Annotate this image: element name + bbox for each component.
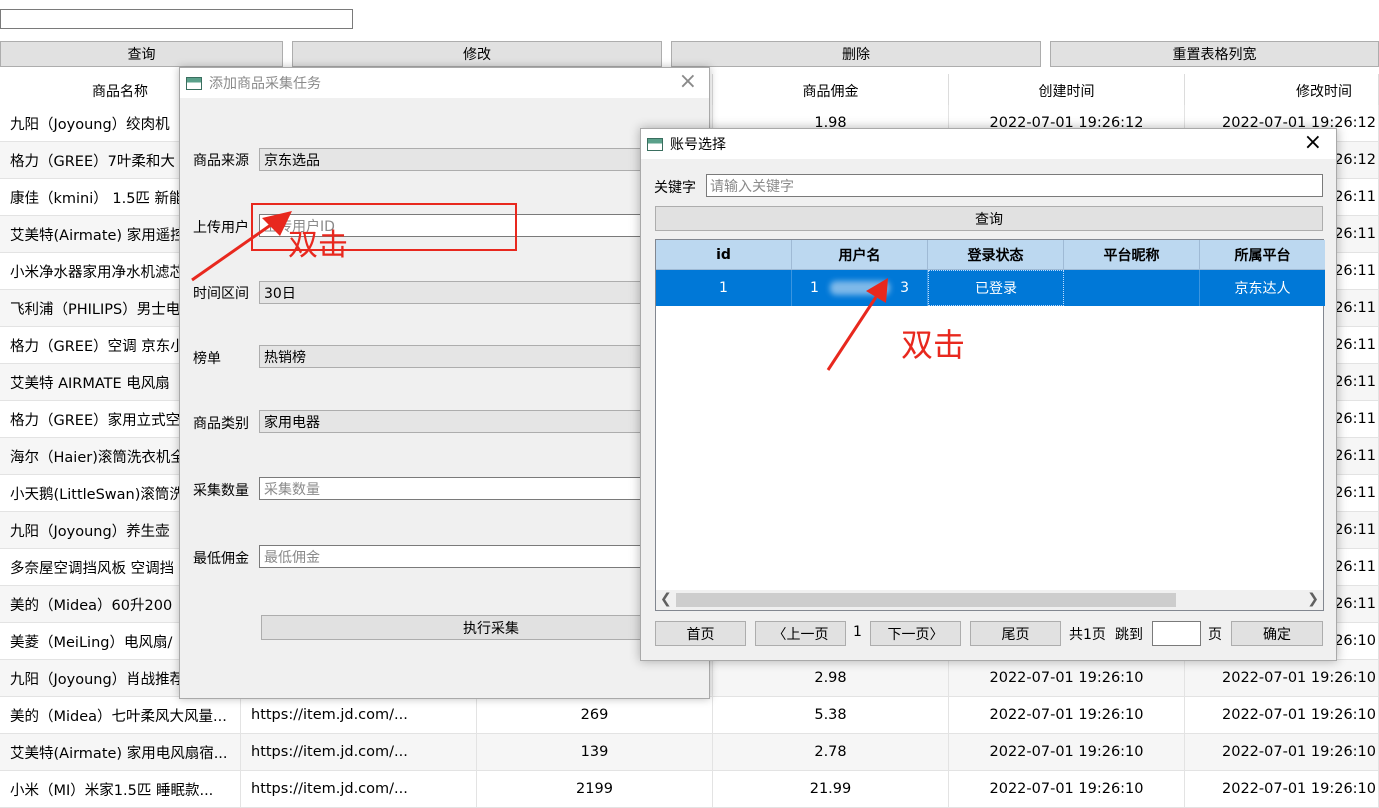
scroll-right-icon[interactable]: ❯	[1307, 591, 1319, 607]
count-label: 采集数量	[193, 483, 249, 499]
cell-sales[interactable]: 269	[477, 697, 713, 734]
cell-nickname[interactable]	[1064, 270, 1200, 306]
cell-modified-time[interactable]: 2022-07-01 19:26:10	[1185, 771, 1379, 808]
column-header-username[interactable]: 用户名	[792, 240, 928, 270]
cell-platform[interactable]: 京东达人	[1200, 270, 1325, 306]
column-header-id[interactable]: id	[656, 240, 792, 270]
cell-sales[interactable]: 2199	[477, 771, 713, 808]
cell-commission[interactable]: 5.38	[713, 697, 949, 734]
cell-product-link[interactable]: https://item.jd.com/...	[241, 734, 477, 771]
cell-commission[interactable]: 21.99	[713, 771, 949, 808]
column-header-nickname[interactable]: 平台昵称	[1064, 240, 1200, 270]
source-value: 京东选品	[264, 152, 320, 169]
close-icon[interactable]: ×	[679, 71, 697, 93]
cell-product-name[interactable]: 美的（Midea）七叶柔风大风量...	[0, 697, 241, 734]
cell-sales[interactable]: 139	[477, 734, 713, 771]
total-pages: 共1页	[1069, 627, 1106, 643]
horizontal-scrollbar[interactable]: ❮ ❯	[656, 590, 1323, 610]
dialog-titlebar: 账号选择 ×	[641, 129, 1336, 159]
column-header-modified-time[interactable]: 修改时间	[1185, 74, 1379, 108]
min-commission-label: 最低佣金	[193, 551, 249, 567]
cell-id[interactable]: 1	[656, 270, 792, 306]
cell-product-link[interactable]: https://item.jd.com/...	[241, 697, 477, 734]
cell-created-time[interactable]: 2022-07-01 19:26:10	[949, 660, 1185, 697]
keyword-label: 关键字	[654, 180, 696, 196]
account-table: id 用户名 登录状态 平台昵称 所属平台 1 1 3 已登录 京东达人 双击 …	[655, 239, 1325, 611]
count-placeholder: 采集数量	[264, 481, 320, 498]
category-label: 商品类别	[193, 416, 249, 432]
ranking-value: 热销榜	[264, 349, 306, 366]
cell-commission[interactable]: 2.78	[713, 734, 949, 771]
cell-product-name[interactable]: 小米（MI）米家1.5匹 睡眠款...	[0, 771, 241, 808]
query-button[interactable]: 查询	[0, 41, 283, 67]
cell-login-status[interactable]: 已登录	[928, 270, 1064, 306]
current-page: 1	[853, 624, 862, 640]
source-label: 商品来源	[193, 153, 249, 169]
edit-button[interactable]: 修改	[292, 41, 662, 67]
delete-button[interactable]: 删除	[671, 41, 1041, 67]
annotation-arrow-icon	[826, 278, 888, 371]
column-header-platform[interactable]: 所属平台	[1200, 240, 1325, 270]
min-commission-placeholder: 最低佣金	[264, 549, 320, 566]
scroll-left-icon[interactable]: ❮	[660, 591, 672, 607]
add-task-dialog: 添加商品采集任务 × 商品来源 京东选品 上传用户 上传用户ID 时间区间 30…	[179, 67, 721, 699]
prev-page-button[interactable]: 〈上一页	[755, 621, 846, 646]
cell-commission[interactable]: 2.98	[713, 660, 949, 697]
keyword-placeholder: 请输入关键字	[710, 178, 794, 195]
cell-modified-time[interactable]: 2022-07-01 19:26:10	[1185, 660, 1379, 697]
column-header-commission[interactable]: 商品佣金	[713, 74, 949, 108]
cell-product-name[interactable]: 艾美特(Airmate) 家用电风扇宿...	[0, 734, 241, 771]
reset-column-width-button[interactable]: 重置表格列宽	[1050, 41, 1379, 67]
top-search-input[interactable]	[0, 9, 353, 29]
last-page-button[interactable]: 尾页	[970, 621, 1061, 646]
account-query-button[interactable]: 查询	[655, 206, 1323, 231]
ranking-label: 榜单	[193, 351, 221, 367]
cell-product-link[interactable]: https://item.jd.com/...	[241, 771, 477, 808]
dialog-titlebar: 添加商品采集任务 ×	[180, 68, 709, 98]
page-unit-label: 页	[1208, 627, 1222, 643]
close-icon[interactable]: ×	[1304, 132, 1322, 154]
window-icon	[186, 76, 202, 90]
double-click-annotation: 双击	[901, 326, 966, 364]
dialog-title: 添加商品采集任务	[209, 76, 321, 92]
jump-page-input[interactable]	[1152, 621, 1201, 646]
keyword-input[interactable]: 请输入关键字	[706, 174, 1323, 197]
category-value: 家用电器	[264, 414, 320, 431]
double-click-annotation: 双击	[288, 228, 348, 263]
cell-created-time[interactable]: 2022-07-01 19:26:10	[949, 734, 1185, 771]
cell-modified-time[interactable]: 2022-07-01 19:26:10	[1185, 734, 1379, 771]
jump-label: 跳到	[1115, 627, 1143, 643]
cell-created-time[interactable]: 2022-07-01 19:26:10	[949, 697, 1185, 734]
confirm-jump-button[interactable]: 确定	[1231, 621, 1323, 646]
cell-created-time[interactable]: 2022-07-01 19:26:10	[949, 771, 1185, 808]
column-header-login-status[interactable]: 登录状态	[928, 240, 1064, 270]
dialog-title: 账号选择	[670, 137, 726, 153]
cell-modified-time[interactable]: 2022-07-01 19:26:10	[1185, 697, 1379, 734]
next-page-button[interactable]: 下一页〉	[870, 621, 961, 646]
scrollbar-thumb[interactable]	[676, 593, 1176, 607]
account-select-dialog: 账号选择 × 关键字 请输入关键字 查询 id 用户名 登录状态 平台昵称 所属…	[640, 128, 1337, 661]
first-page-button[interactable]: 首页	[655, 621, 746, 646]
column-header-created-time[interactable]: 创建时间	[949, 74, 1185, 108]
window-icon	[647, 137, 663, 151]
